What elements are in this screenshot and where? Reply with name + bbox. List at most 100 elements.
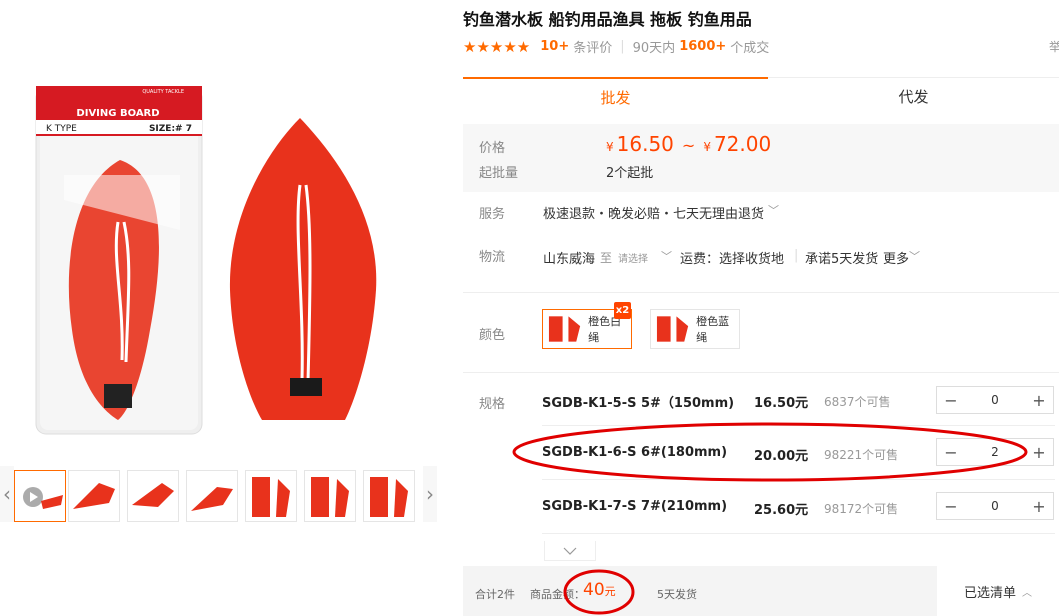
- chevron-down-icon[interactable]: ﹀: [661, 248, 672, 264]
- logistics-divider: |: [794, 248, 799, 263]
- thumbnail[interactable]: [68, 470, 120, 522]
- decrement-button[interactable]: −: [937, 493, 965, 519]
- thumbnail[interactable]: [245, 470, 297, 522]
- thumbnail[interactable]: [127, 470, 179, 522]
- spec-name: SGDB-K1-7-S 7#(210mm): [542, 499, 728, 514]
- price-range: ¥ 16.50 ~ ¥ 72.00: [606, 132, 771, 156]
- total-count: 合计2件: [475, 588, 515, 601]
- tab-dropship[interactable]: 代发: [768, 77, 1059, 115]
- quantity-input[interactable]: 0: [965, 493, 1025, 519]
- package-brand-text: DIVING BOARD: [76, 108, 159, 119]
- spec-stock: 98221个可售: [824, 448, 899, 462]
- sales-period: 90天内: [632, 41, 676, 56]
- color-option-orange-blue[interactable]: 橙色蓝绳: [650, 309, 740, 349]
- logistics-label: 物流: [479, 250, 506, 265]
- moq-value: 2个起批: [606, 166, 654, 181]
- thumbnail-board-image: [191, 487, 233, 511]
- logistics-origin: 山东威海: [543, 252, 596, 267]
- thumbnail-board-image: [370, 477, 408, 517]
- thumbnail[interactable]: [304, 470, 356, 522]
- section-divider: [463, 292, 1059, 293]
- chevron-up-icon: ︿: [1022, 587, 1032, 599]
- product-title: 钓鱼潜水板 船钓用品渔具 拖板 钓鱼用品: [463, 10, 752, 29]
- section-divider: [463, 372, 1059, 373]
- thumbnail-strip: ‹ ›: [0, 466, 440, 522]
- amount-number: 40: [583, 580, 605, 600]
- quantity-stepper: − 0 +: [936, 492, 1054, 520]
- spec-price: 25.60元: [754, 503, 809, 518]
- review-label[interactable]: 条评价: [573, 37, 612, 56]
- product-photo: QUALITY TACKLE DIVING BOARD K TYPE SIZE:…: [35, 86, 377, 435]
- selected-list-button[interactable]: 已选清单 ︿: [937, 566, 1059, 616]
- thumbnail-video[interactable]: [14, 470, 66, 522]
- amount-value: 40元: [583, 580, 616, 600]
- increment-button[interactable]: +: [1025, 387, 1053, 413]
- package-type-text: K TYPE: [46, 124, 77, 134]
- logistics-fee: 运费：选择收货地: [680, 252, 785, 267]
- logistics-promise: 承诺5天发货: [805, 252, 879, 267]
- color-label: 颜色: [479, 328, 506, 343]
- spec-name: SGDB-K1-5-S 5#（150mm): [542, 396, 735, 411]
- product-page: QUALITY TACKLE DIVING BOARD K TYPE SIZE:…: [0, 0, 1059, 616]
- price-max: 72.00: [713, 132, 772, 156]
- chevron-down-icon[interactable]: ﹀: [909, 248, 920, 264]
- purchase-tabs: 批发 代发: [463, 77, 1059, 115]
- quantity-stepper: − 2 +: [936, 438, 1054, 466]
- increment-button[interactable]: +: [1025, 493, 1053, 519]
- main-product-image[interactable]: QUALITY TACKLE DIVING BOARD K TYPE SIZE:…: [0, 0, 440, 460]
- thumbnail[interactable]: [363, 470, 415, 522]
- order-summary-bar: 合计2件 商品金额： 40元 5天发货 已选清单 ︿: [463, 566, 1059, 616]
- decrement-button[interactable]: −: [937, 439, 965, 465]
- spec-stock: 98172个可售: [824, 502, 899, 516]
- logistics-to: 至: [600, 251, 613, 265]
- logistics-more[interactable]: 更多: [883, 248, 909, 267]
- amount-unit: 元: [604, 585, 616, 598]
- spec-row: SGDB-K1-7-S 7#(210mm) 25.60元 98172个可售 − …: [463, 480, 1059, 530]
- row-divider: [542, 533, 1055, 534]
- quantity-input[interactable]: 0: [965, 387, 1025, 413]
- meta-divider: |: [620, 39, 625, 54]
- quantity-stepper: − 0 +: [936, 386, 1054, 414]
- spec-row: SGDB-K1-5-S 5#（150mm) 16.50元 6837个可售 − 0…: [463, 374, 1059, 424]
- spec-price: 16.50元: [754, 396, 809, 411]
- price-separator: ~: [681, 136, 696, 155]
- chevron-down-icon[interactable]: ﹀: [768, 202, 779, 218]
- package-size-text: SIZE:# 7: [149, 124, 192, 134]
- quantity-input[interactable]: 2: [965, 439, 1025, 465]
- thumbnail-board-image: [311, 477, 349, 517]
- sales-count: 1600+: [679, 39, 727, 54]
- chevron-right-icon: ›: [426, 482, 434, 506]
- thumbnail-board-image: [132, 483, 174, 507]
- selected-count-badge: x2: [614, 302, 631, 319]
- color-swatch-image: [548, 316, 581, 342]
- spec-row: SGDB-K1-6-S 6#(180mm) 20.00元 98221个可售 − …: [463, 426, 1059, 476]
- review-count[interactable]: 10+: [540, 39, 569, 54]
- sales-label: 个成交: [730, 41, 770, 56]
- packaged-board: QUALITY TACKLE DIVING BOARD K TYPE SIZE:…: [35, 86, 203, 435]
- thumbnail[interactable]: [186, 470, 238, 522]
- service-value[interactable]: 极速退款・晚发必赔・七天无理由退货: [543, 203, 764, 222]
- logistics-destination-select[interactable]: 请选择: [618, 250, 648, 265]
- thumbnail-board-image: [252, 477, 290, 517]
- price-min: 16.50: [616, 132, 674, 156]
- color-option-name: 橙色蓝绳: [696, 315, 730, 344]
- standalone-board: [229, 118, 377, 420]
- spec-stock: 6837个可售: [824, 395, 891, 409]
- amount-label: 商品金额：: [530, 588, 585, 601]
- currency-symbol: ¥: [703, 140, 711, 154]
- moq-label: 起批量: [479, 166, 519, 181]
- selected-list-label: 已选清单: [963, 585, 1016, 601]
- ship-time: 5天发货: [657, 588, 697, 601]
- report-link[interactable]: 举: [1049, 38, 1059, 55]
- price-box: 价格 ¥ 16.50 ~ ¥ 72.00 起批量 2个起批: [463, 124, 1059, 192]
- expand-specs-button[interactable]: [544, 541, 596, 561]
- increment-button[interactable]: +: [1025, 439, 1053, 465]
- thumb-prev-button[interactable]: ‹: [0, 466, 14, 522]
- rating-stars-icon: ★★★★★: [463, 37, 531, 56]
- tab-wholesale[interactable]: 批发: [463, 77, 768, 115]
- color-swatch-image: [656, 316, 689, 342]
- spec-price: 20.00元: [754, 449, 809, 464]
- decrement-button[interactable]: −: [937, 387, 965, 413]
- thumb-next-button[interactable]: ›: [423, 466, 437, 522]
- chevron-left-icon: ‹: [3, 482, 11, 506]
